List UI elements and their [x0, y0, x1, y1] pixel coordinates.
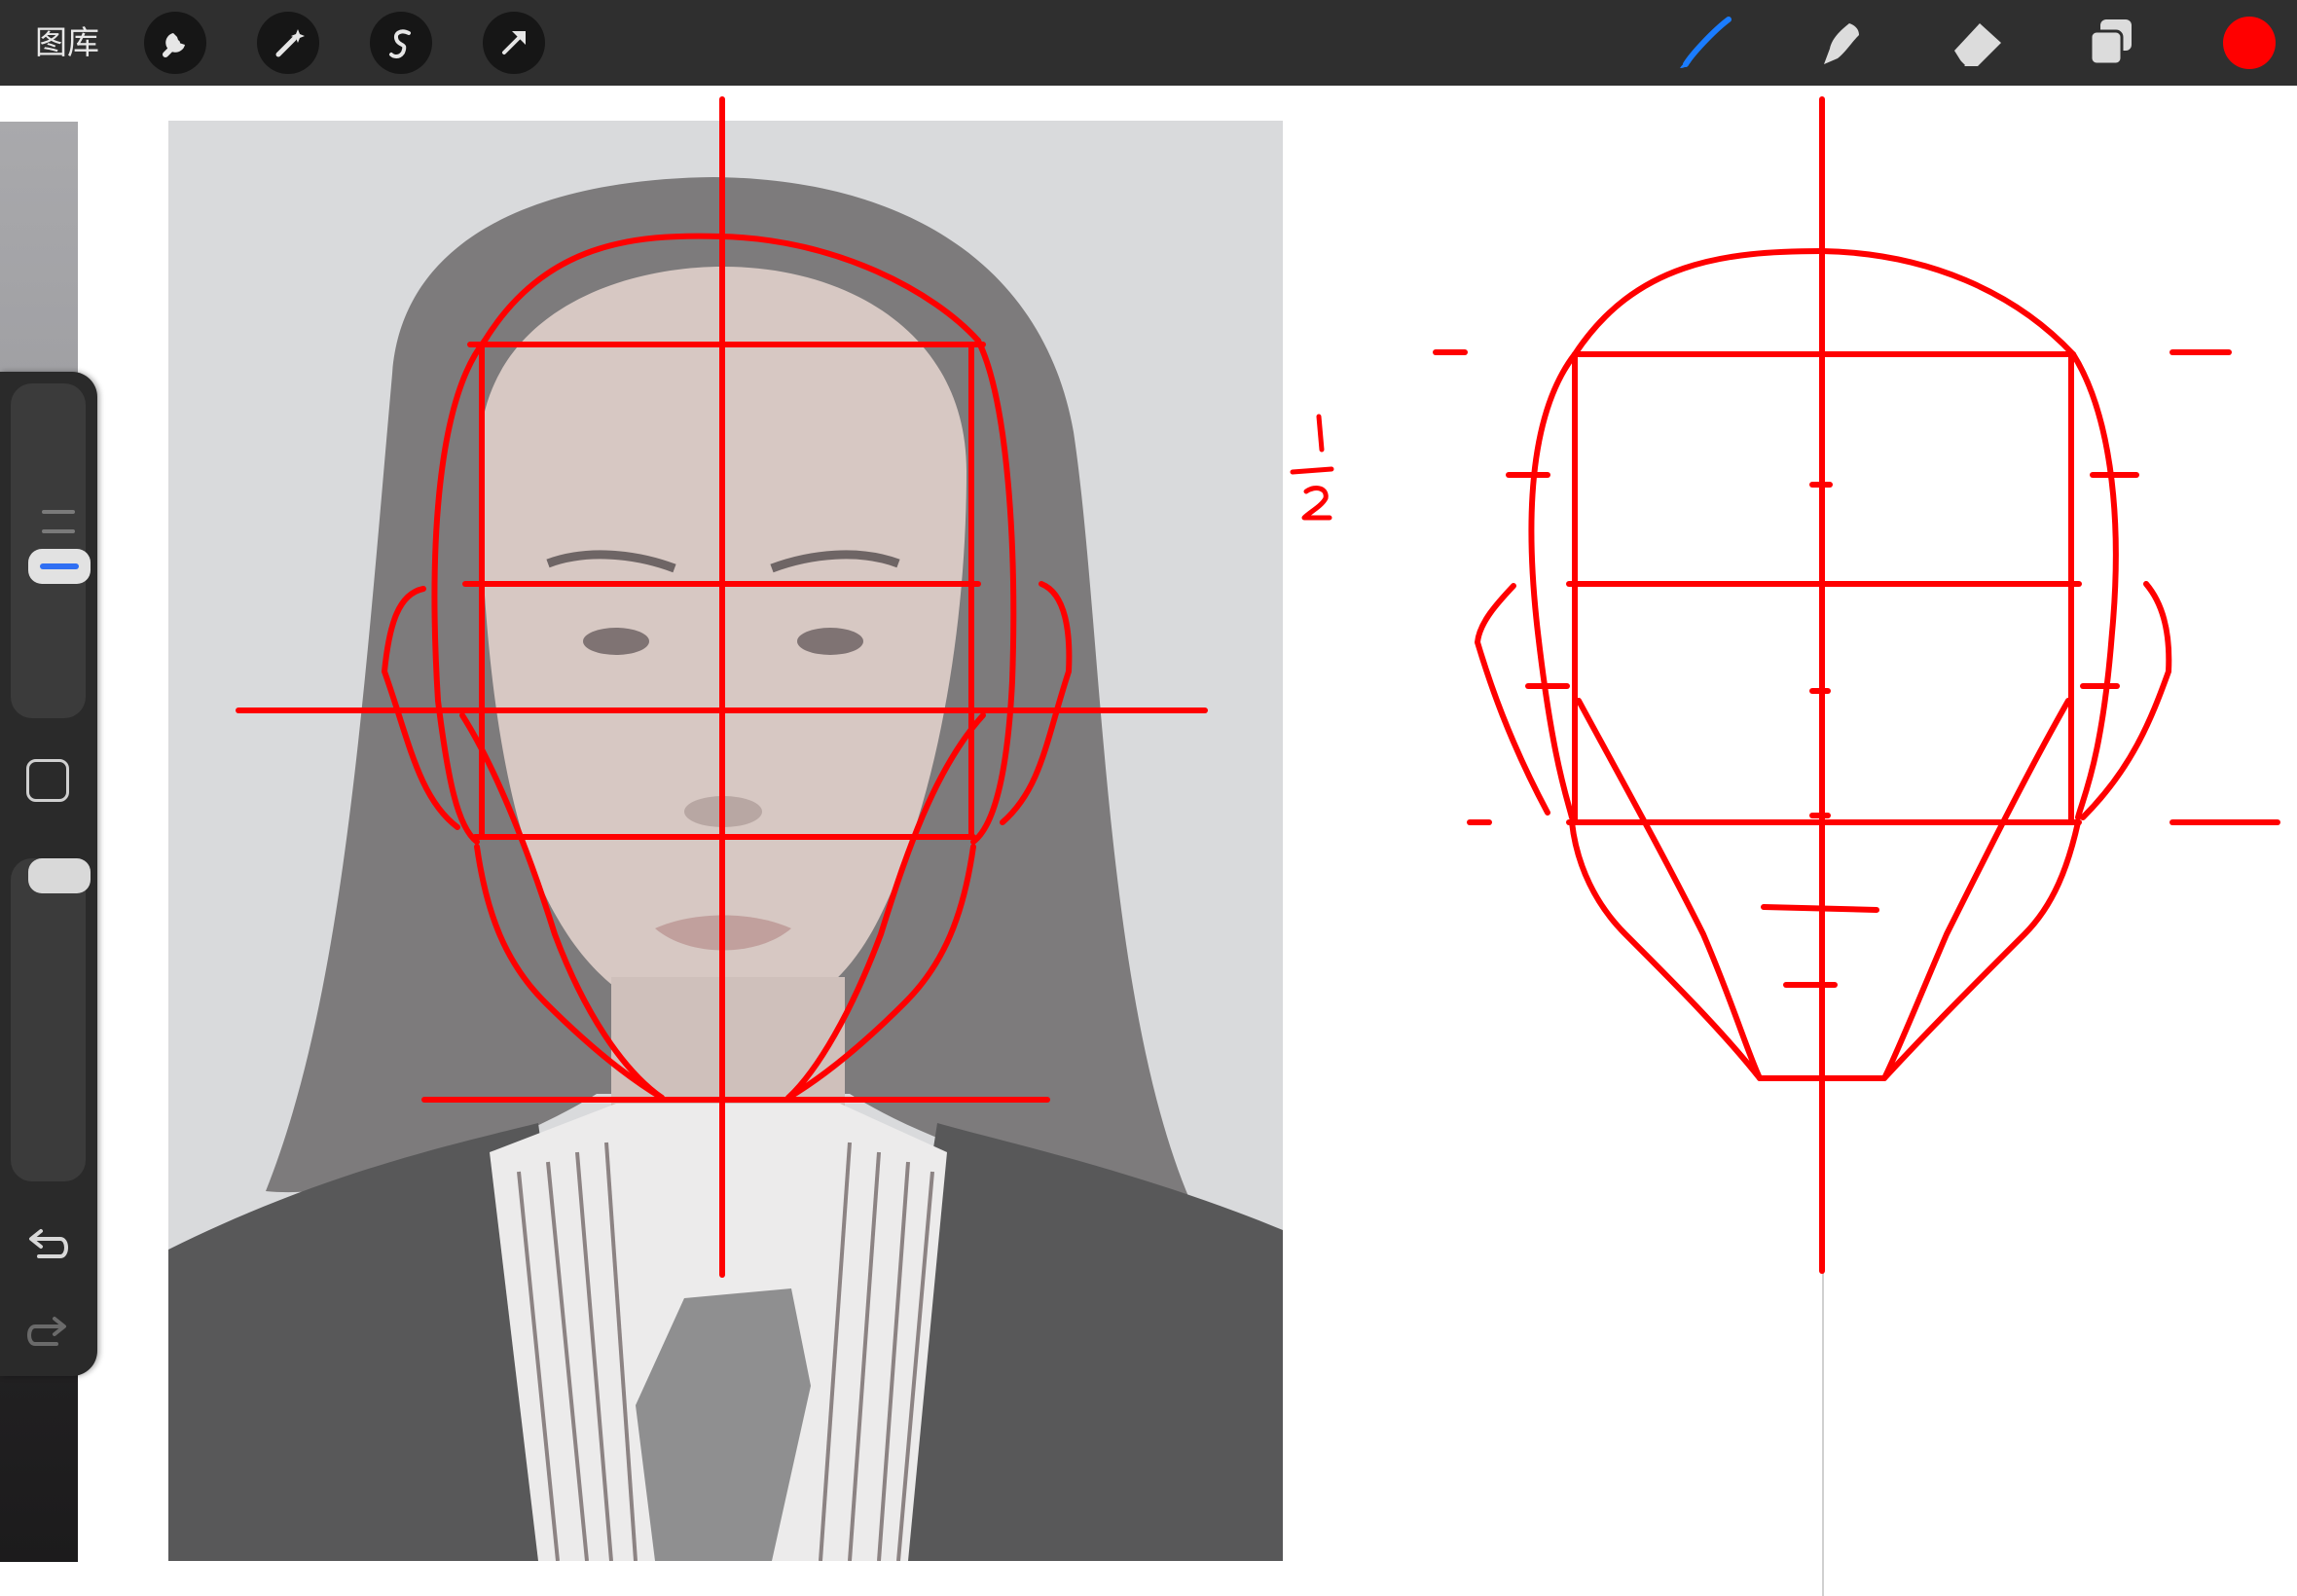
size-tick [42, 529, 75, 533]
gallery-button[interactable]: 图库 [35, 19, 99, 66]
brush-icon[interactable] [1674, 14, 1736, 72]
brush-size-slider[interactable] [11, 383, 91, 718]
size-indicator [40, 563, 79, 569]
layers-icon[interactable] [2081, 14, 2143, 72]
top-toolbar: 图库 [0, 0, 2297, 86]
opacity-slider[interactable] [11, 858, 91, 1181]
brush-sidebar [0, 372, 97, 1376]
actions-wrench-icon[interactable] [144, 12, 206, 74]
portrait-reference-photo [168, 121, 1283, 1561]
transform-arrow-icon[interactable] [483, 12, 545, 74]
color-picker-swatch[interactable] [2223, 17, 2276, 69]
opacity-thumb[interactable] [28, 858, 91, 893]
vertical-guide-line [1822, 97, 1824, 1596]
brush-size-thumb[interactable] [28, 549, 91, 584]
size-tick [42, 510, 75, 514]
adjustments-magic-wand-icon[interactable] [257, 12, 319, 74]
redo-arrow-icon[interactable] [23, 1311, 72, 1354]
selection-s-icon[interactable] [370, 12, 432, 74]
undo-arrow-icon[interactable] [23, 1223, 72, 1266]
smudge-icon[interactable] [1806, 14, 1869, 72]
eraser-icon[interactable] [1947, 14, 2009, 72]
square-modify-icon[interactable] [26, 759, 69, 802]
